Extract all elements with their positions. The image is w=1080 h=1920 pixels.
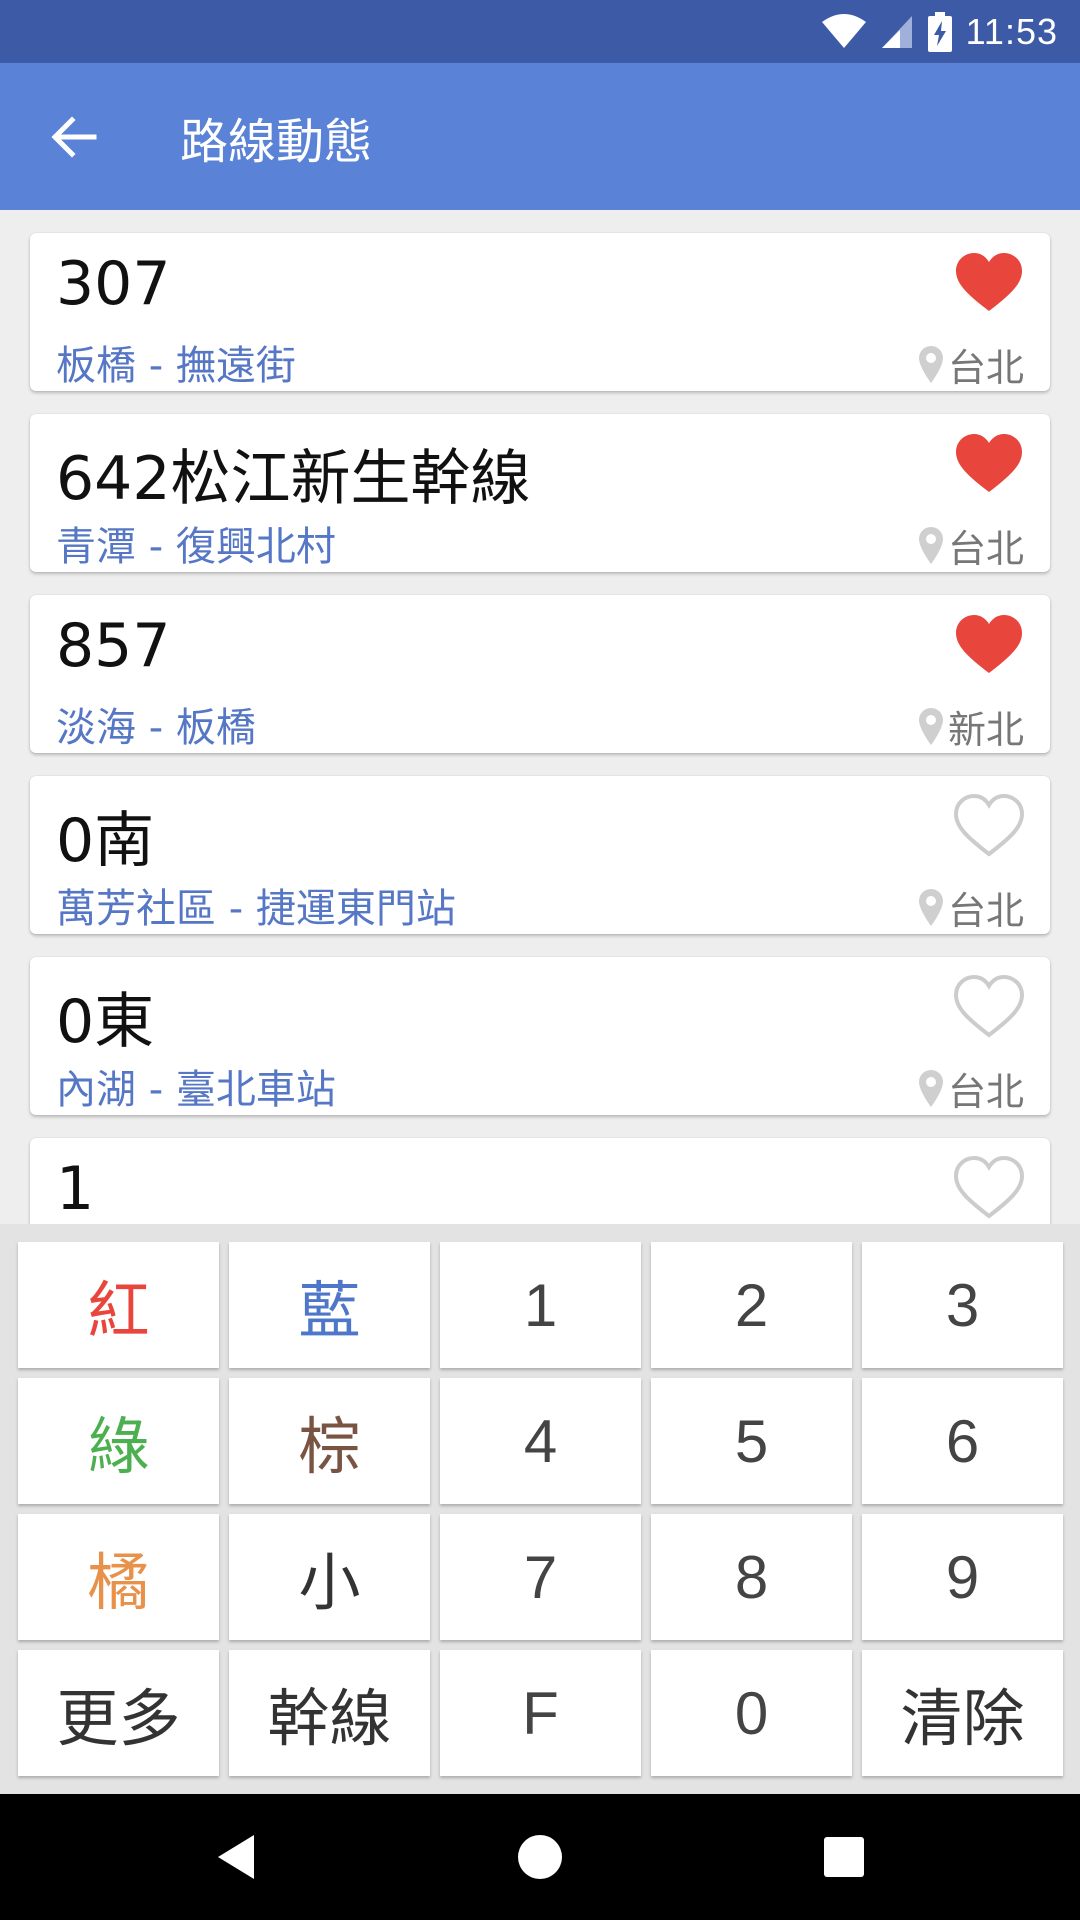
keypad-key[interactable]: 8 — [651, 1514, 852, 1640]
route-endpoints: 板橋 - 撫遠街 — [56, 343, 296, 389]
heart-icon[interactable] — [954, 613, 1024, 677]
keypad-key[interactable]: 幹線 — [229, 1650, 430, 1776]
region-label: 台北 — [947, 527, 1024, 571]
route-region: 新北 — [918, 699, 1024, 754]
keypad-key[interactable]: 0 — [651, 1650, 852, 1776]
route-number: 0南 — [56, 806, 155, 876]
location-pin-icon — [918, 345, 943, 383]
route-endpoints: 內湖 - 臺北車站 — [56, 1067, 336, 1113]
route-card[interactable]: 0南萬芳社區 - 捷運東門站 台北 — [30, 776, 1050, 934]
route-number: 857 — [56, 611, 171, 681]
route-number: 1 — [56, 1154, 95, 1224]
region-label: 台北 — [947, 889, 1024, 933]
route-region: 台北 — [918, 518, 1024, 573]
route-list[interactable]: 307 板橋 - 撫遠街 台北 642松江新生幹線 青潭 - 復興北村 台北 857 淡海 -… — [0, 210, 1080, 1224]
keypad-key[interactable]: 4 — [440, 1378, 641, 1504]
heart-icon[interactable] — [954, 794, 1024, 858]
route-region: 台北 — [918, 1061, 1024, 1116]
keypad-key[interactable]: 2 — [651, 1242, 852, 1368]
location-pin-icon — [918, 526, 943, 564]
keypad-key[interactable]: 3 — [862, 1242, 1063, 1368]
wifi-icon — [821, 13, 866, 48]
battery-charging-icon — [927, 11, 952, 52]
keypad-key[interactable]: 9 — [862, 1514, 1063, 1640]
route-region: 台北 — [918, 880, 1024, 935]
keypad-key[interactable]: 橘 — [18, 1514, 219, 1640]
route-number: 642松江新生幹線 — [56, 444, 531, 514]
keypad-key[interactable]: 6 — [862, 1378, 1063, 1504]
route-card[interactable]: 642松江新生幹線青潭 - 復興北村 台北 — [30, 414, 1050, 572]
keypad-key[interactable]: 棕 — [229, 1378, 430, 1504]
route-region: 台北 — [918, 337, 1024, 392]
page-title: 路線動態 — [180, 113, 373, 170]
signal-icon — [881, 15, 912, 48]
arrow-left-icon — [51, 115, 97, 158]
route-endpoints: 青潭 - 復興北村 — [56, 524, 336, 570]
square-recent-icon[interactable] — [814, 1827, 874, 1887]
heart-icon[interactable] — [954, 432, 1024, 496]
keypad-key[interactable]: 小 — [229, 1514, 430, 1640]
keypad-key[interactable]: 更多 — [18, 1650, 219, 1776]
keypad-key[interactable]: F — [440, 1650, 641, 1776]
triangle-back-icon[interactable] — [208, 1827, 268, 1887]
navigation-bar — [0, 1794, 1080, 1920]
status-time: 11:53 — [965, 10, 1058, 52]
keypad-key[interactable]: 清除 — [862, 1650, 1063, 1776]
app-bar: 路線動態 — [0, 63, 1080, 210]
route-card[interactable]: 0東內湖 - 臺北車站 台北 — [30, 957, 1050, 1115]
location-pin-icon — [918, 1069, 943, 1107]
route-card[interactable]: 1 — [30, 1138, 1050, 1224]
route-card[interactable]: 857 淡海 - 板橋 新北 — [30, 595, 1050, 753]
region-label: 新北 — [947, 708, 1024, 752]
route-endpoints: 萬芳社區 - 捷運東門站 — [56, 886, 456, 932]
keypad-key[interactable]: 綠 — [18, 1378, 219, 1504]
heart-icon[interactable] — [954, 1156, 1024, 1220]
keypad-key[interactable]: 藍 — [229, 1242, 430, 1368]
route-card[interactable]: 307 板橋 - 撫遠街 台北 — [30, 233, 1050, 391]
back-button[interactable] — [34, 97, 114, 177]
status-bar: 11:53 — [0, 0, 1080, 63]
circle-home-icon[interactable] — [510, 1827, 570, 1887]
region-label: 台北 — [947, 1070, 1024, 1114]
keypad-key[interactable]: 紅 — [18, 1242, 219, 1368]
route-number: 307 — [56, 249, 171, 319]
keypad-key[interactable]: 7 — [440, 1514, 641, 1640]
heart-icon[interactable] — [954, 251, 1024, 315]
keypad-key[interactable]: 1 — [440, 1242, 641, 1368]
route-keypad: 紅藍 1 2 3 綠棕 4 5 6 橘小 7 8 9 更多 幹線 F 0 清除 — [0, 1224, 1080, 1794]
location-pin-icon — [918, 707, 943, 745]
heart-icon[interactable] — [954, 975, 1024, 1039]
route-number: 0東 — [56, 987, 155, 1057]
keypad-key[interactable]: 5 — [651, 1378, 852, 1504]
route-endpoints: 淡海 - 板橋 — [56, 705, 256, 751]
location-pin-icon — [918, 888, 943, 926]
region-label: 台北 — [947, 346, 1024, 390]
